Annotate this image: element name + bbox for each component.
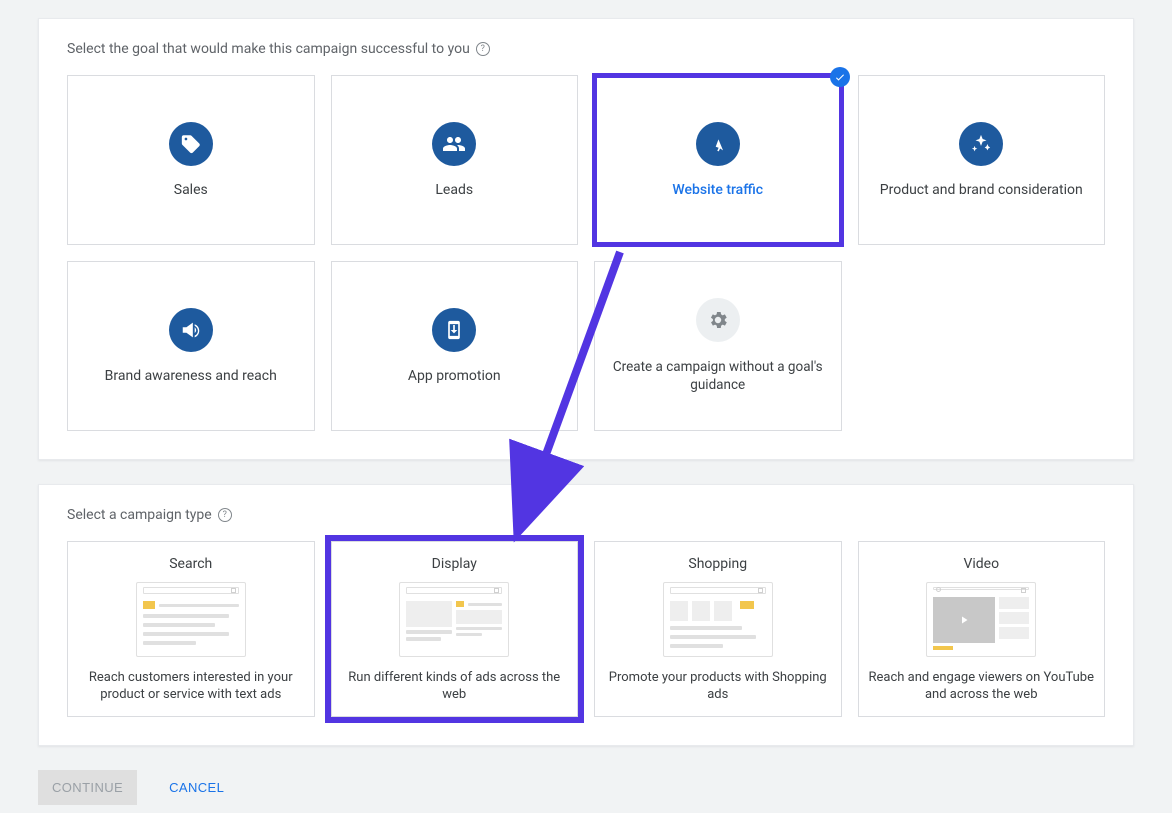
gear-icon xyxy=(696,298,740,342)
sparkle-icon xyxy=(959,122,1003,166)
campaign-types-panel: Select a campaign type ? Search Reach cu… xyxy=(38,484,1134,746)
goal-card-website-traffic[interactable]: Website traffic xyxy=(594,75,842,245)
campaign-title: Display xyxy=(432,556,477,572)
megaphone-icon xyxy=(169,308,213,352)
goal-label: Sales xyxy=(174,182,208,198)
campaigns-grid: Search Reach customers interested in you… xyxy=(67,541,1105,717)
cursor-click-icon xyxy=(696,122,740,166)
goals-grid: Sales Leads Website traffic xyxy=(67,75,1105,431)
display-thumb-icon xyxy=(399,582,509,657)
goal-label: Leads xyxy=(435,182,473,198)
search-thumb-icon xyxy=(136,582,246,657)
goal-card-product-brand[interactable]: Product and brand consideration xyxy=(858,75,1106,245)
continue-button[interactable]: CONTINUE xyxy=(38,770,137,805)
campaign-card-video[interactable]: Video xyxy=(858,541,1106,717)
campaign-desc: Promote your products with Shopping ads xyxy=(605,669,831,704)
goals-panel: Select the goal that would make this cam… xyxy=(38,18,1134,460)
video-thumb-icon xyxy=(926,582,1036,657)
campaign-desc: Reach and engage viewers on YouTube and … xyxy=(869,669,1095,704)
phone-download-icon xyxy=(432,308,476,352)
goal-card-sales[interactable]: Sales xyxy=(67,75,315,245)
people-icon xyxy=(432,122,476,166)
campaign-title: Video xyxy=(963,556,999,572)
campaign-title: Shopping xyxy=(688,556,747,572)
goal-card-app-promotion[interactable]: App promotion xyxy=(331,261,579,431)
goal-label: Create a campaign without a goal's guida… xyxy=(605,358,831,394)
campaign-heading: Select a campaign type ? xyxy=(67,507,1105,523)
goals-heading-text: Select the goal that would make this cam… xyxy=(67,41,470,57)
shopping-thumb-icon xyxy=(663,582,773,657)
goal-label: App promotion xyxy=(408,368,501,384)
goal-label: Brand awareness and reach xyxy=(105,368,277,384)
campaign-desc: Run different kinds of ads across the we… xyxy=(342,669,568,704)
goals-heading: Select the goal that would make this cam… xyxy=(67,41,1105,57)
cancel-button[interactable]: CANCEL xyxy=(155,770,238,805)
tag-icon xyxy=(169,122,213,166)
goal-card-leads[interactable]: Leads xyxy=(331,75,579,245)
help-icon[interactable]: ? xyxy=(218,508,232,522)
goal-card-no-goal[interactable]: Create a campaign without a goal's guida… xyxy=(594,261,842,431)
goal-label: Website traffic xyxy=(672,182,763,198)
footer-actions: CONTINUE CANCEL xyxy=(38,770,1134,805)
goal-card-brand-awareness[interactable]: Brand awareness and reach xyxy=(67,261,315,431)
campaign-card-display[interactable]: Display xyxy=(331,541,579,717)
campaign-card-search[interactable]: Search Reach customers interested in you… xyxy=(67,541,315,717)
help-icon[interactable]: ? xyxy=(476,42,490,56)
campaign-title: Search xyxy=(169,556,212,572)
campaign-card-shopping[interactable]: Shopping Promote your products with Shop… xyxy=(594,541,842,717)
campaign-heading-text: Select a campaign type xyxy=(67,507,212,523)
goal-label: Product and brand consideration xyxy=(880,182,1083,198)
checkmark-icon xyxy=(830,67,850,87)
campaign-desc: Reach customers interested in your produ… xyxy=(78,669,304,704)
